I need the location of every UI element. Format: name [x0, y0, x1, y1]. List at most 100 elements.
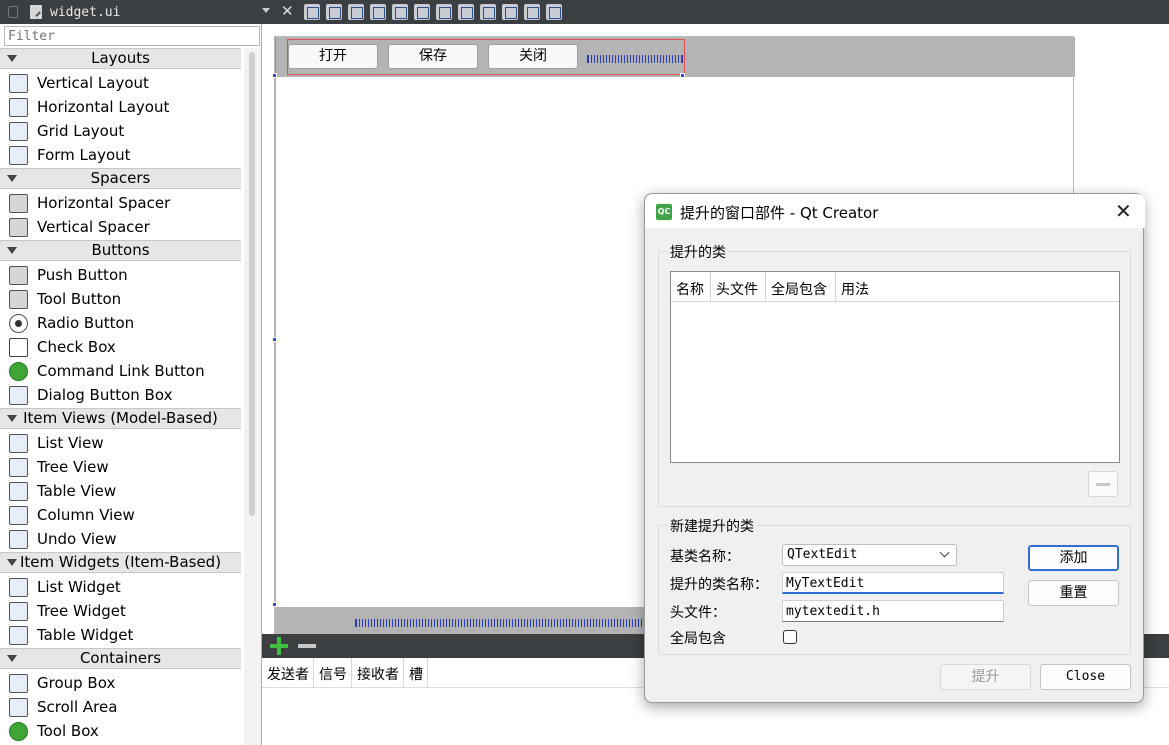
- widget-item-push-button[interactable]: Push Button: [0, 263, 241, 287]
- widget-item-list-widget[interactable]: List Widget: [0, 575, 241, 599]
- resize-handle[interactable]: [272, 337, 277, 342]
- remove-connection-icon[interactable]: [298, 644, 316, 648]
- remove-promoted-class-button[interactable]: [1088, 471, 1118, 497]
- widget-label: Dialog Button Box: [37, 386, 173, 404]
- widget-item-tool-button[interactable]: Tool Button: [0, 287, 241, 311]
- base-class-combo[interactable]: QTextEdit: [782, 544, 957, 566]
- collapse-arrow-icon[interactable]: [7, 55, 17, 62]
- collapse-arrow-icon[interactable]: [7, 559, 17, 566]
- collapse-arrow-icon[interactable]: [7, 415, 17, 422]
- check-box-icon: [9, 337, 28, 357]
- layout-form-icon[interactable]: [480, 4, 496, 20]
- widget-item-grid-layout[interactable]: Grid Layout: [0, 119, 241, 143]
- layout-grid-icon[interactable]: [502, 4, 518, 20]
- widget-item-group-box[interactable]: Group Box: [0, 671, 241, 695]
- layout-horizontal-splitter-icon[interactable]: [436, 4, 452, 20]
- widget-item-tree-widget[interactable]: Tree Widget: [0, 599, 241, 623]
- promoted-class-name-input[interactable]: MyTextEdit: [782, 572, 1004, 594]
- dialog-close-icon[interactable]: ✕: [1115, 199, 1132, 223]
- edit-buddies-icon[interactable]: [348, 4, 364, 20]
- widget-item-radio-button[interactable]: Radio Button: [0, 311, 241, 335]
- column-global-include[interactable]: 全局包含: [766, 272, 836, 302]
- widget-item-scroll-area[interactable]: Scroll Area: [0, 695, 241, 719]
- category-item-views[interactable]: Item Views (Model-Based): [0, 408, 241, 429]
- widget-item-undo-view[interactable]: Undo View: [0, 527, 241, 551]
- edit-tab-order-icon[interactable]: [370, 4, 386, 20]
- column-sender[interactable]: 发送者: [262, 658, 314, 687]
- adjust-size-icon[interactable]: [546, 4, 562, 20]
- qt-creator-icon: QC: [656, 204, 672, 220]
- column-usage[interactable]: 用法: [836, 272, 1119, 302]
- file-tab[interactable]: widget.ui: [0, 0, 276, 24]
- close-file-icon[interactable]: ✕: [281, 2, 294, 20]
- horizontal-spacer-icon: [9, 193, 28, 213]
- filter-input[interactable]: [4, 26, 260, 46]
- widget-label: Grid Layout: [37, 122, 125, 140]
- file-dropdown-icon[interactable]: [262, 8, 270, 13]
- category-spacers[interactable]: Spacers: [0, 168, 241, 189]
- column-name[interactable]: 名称: [671, 272, 711, 302]
- category-buttons[interactable]: Buttons: [0, 240, 241, 261]
- save-button[interactable]: 保存: [388, 44, 478, 69]
- break-layout-icon[interactable]: [524, 4, 540, 20]
- column-signal[interactable]: 信号: [314, 658, 352, 687]
- category-item-widgets[interactable]: Item Widgets (Item-Based): [0, 552, 241, 573]
- resize-handle[interactable]: [680, 73, 685, 78]
- column-slot[interactable]: 槽: [404, 658, 428, 687]
- collapse-arrow-icon[interactable]: [7, 247, 17, 254]
- layout-horizontal-icon[interactable]: [392, 4, 408, 20]
- widget-item-table-view[interactable]: Table View: [0, 479, 241, 503]
- widget-list: Layouts Vertical Layout Horizontal Layou…: [0, 47, 241, 743]
- collapse-arrow-icon[interactable]: [7, 175, 17, 182]
- reset-button[interactable]: 重置: [1028, 580, 1119, 606]
- layout-vertical-splitter-icon[interactable]: [458, 4, 474, 20]
- header-file-input[interactable]: mytextedit.h: [782, 600, 1004, 622]
- widget-label: Tree View: [37, 458, 109, 476]
- dialog-title: 提升的窗口部件 - Qt Creator: [680, 204, 879, 222]
- dialog-close-button[interactable]: Close: [1040, 664, 1131, 690]
- widget-item-list-view[interactable]: List View: [0, 431, 241, 455]
- scroll-thumb[interactable]: [249, 52, 255, 516]
- widget-item-vertical-spacer[interactable]: Vertical Spacer: [0, 215, 241, 239]
- widget-box-scrollbar[interactable]: [244, 48, 261, 745]
- tool-button-icon: [9, 289, 28, 309]
- widget-label: Form Layout: [37, 146, 131, 164]
- widget-item-table-widget[interactable]: Table Widget: [0, 623, 241, 647]
- widget-item-horizontal-spacer[interactable]: Horizontal Spacer: [0, 191, 241, 215]
- column-header-file[interactable]: 头文件: [711, 272, 766, 302]
- horizontal-layout-icon: [9, 97, 28, 117]
- column-receiver[interactable]: 接收者: [352, 658, 404, 687]
- edit-widgets-icon[interactable]: [304, 4, 320, 20]
- resize-handle[interactable]: [272, 73, 277, 78]
- global-include-checkbox[interactable]: [783, 630, 797, 644]
- dialog-titlebar: QC 提升的窗口部件 - Qt Creator ✕: [645, 194, 1145, 228]
- widget-item-vertical-layout[interactable]: Vertical Layout: [0, 71, 241, 95]
- widget-item-check-box[interactable]: Check Box: [0, 335, 241, 359]
- promote-button[interactable]: 提升: [940, 664, 1031, 690]
- open-button[interactable]: 打开: [288, 44, 378, 69]
- edit-signals-slots-icon[interactable]: [326, 4, 342, 20]
- promoted-classes-table[interactable]: 名称 头文件 全局包含 用法: [670, 271, 1120, 463]
- widget-label: Horizontal Layout: [37, 98, 170, 116]
- widget-item-command-link-button[interactable]: Command Link Button: [0, 359, 241, 383]
- lock-icon[interactable]: [8, 6, 18, 18]
- add-connection-icon[interactable]: [270, 637, 288, 655]
- widget-item-column-view[interactable]: Column View: [0, 503, 241, 527]
- bottom-horizontal-spacer[interactable]: [355, 619, 655, 627]
- promoted-classes-title: 提升的类: [668, 242, 728, 262]
- collapse-arrow-icon[interactable]: [7, 655, 17, 662]
- close-button[interactable]: 关闭: [488, 44, 578, 69]
- widget-item-tool-box[interactable]: Tool Box: [0, 719, 241, 743]
- widget-item-tree-view[interactable]: Tree View: [0, 455, 241, 479]
- list-widget-icon: [9, 577, 28, 597]
- chevron-down-icon: [939, 547, 950, 558]
- category-layouts[interactable]: Layouts: [0, 48, 241, 69]
- list-view-icon: [9, 433, 28, 453]
- widget-item-dialog-button-box[interactable]: Dialog Button Box: [0, 383, 241, 407]
- widget-item-horizontal-layout[interactable]: Horizontal Layout: [0, 95, 241, 119]
- category-containers[interactable]: Containers: [0, 648, 241, 669]
- widget-item-form-layout[interactable]: Form Layout: [0, 143, 241, 167]
- add-button[interactable]: 添加: [1028, 545, 1119, 571]
- layout-vertical-icon[interactable]: [414, 4, 430, 20]
- horizontal-spacer[interactable]: [587, 55, 683, 63]
